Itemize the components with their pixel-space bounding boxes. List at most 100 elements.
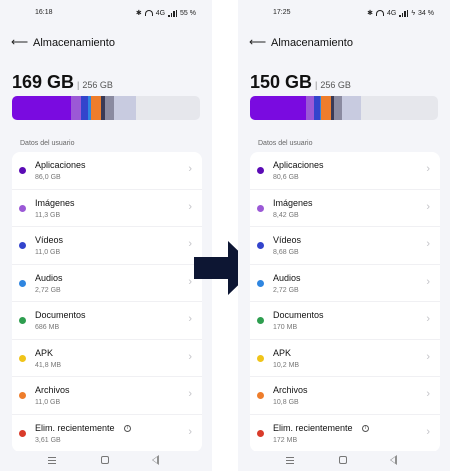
wifi-icon — [375, 10, 384, 16]
system-nav-bar — [0, 451, 212, 471]
category-name: APK — [273, 347, 292, 358]
storage-category-row[interactable]: Documentos 170 MB › — [250, 302, 440, 340]
category-name: Aplicaciones — [35, 160, 86, 170]
category-name: Audios — [273, 272, 301, 283]
system-nav-bar — [238, 451, 450, 471]
signal-icon — [168, 9, 178, 17]
separator: | — [315, 80, 318, 90]
category-name: Vídeos — [273, 235, 302, 245]
home-icon[interactable] — [101, 456, 109, 464]
usage-segment — [71, 96, 81, 120]
total-storage: 256 GB — [82, 80, 113, 90]
storage-category-row[interactable]: APK 41,8 MB › — [12, 340, 202, 377]
category-size: 8,42 GB — [273, 211, 299, 219]
recents-icon[interactable] — [48, 457, 56, 464]
category-name: Archivos — [273, 385, 308, 395]
storage-category-row[interactable]: APK 10,2 MB › — [250, 340, 440, 377]
storage-category-row[interactable]: Audios 2,72 GB › — [12, 265, 202, 302]
storage-category-row[interactable]: Archivos 11,0 GB › — [12, 377, 202, 415]
usage-segment — [90, 96, 102, 120]
category-color-dot — [257, 317, 264, 324]
info-icon[interactable]: i — [362, 424, 369, 432]
usage-segment — [80, 96, 89, 120]
chevron-right-icon: › — [188, 200, 192, 213]
recents-icon[interactable] — [286, 457, 294, 464]
back-arrow-icon[interactable]: ⟵ — [249, 35, 266, 49]
used-storage: 169 GB — [12, 72, 75, 92]
storage-category-row[interactable]: Vídeos 8,68 GB › — [250, 227, 440, 265]
storage-category-row[interactable]: Documentos 686 MB › — [12, 302, 202, 340]
storage-category-row[interactable]: Vídeos 11,0 GB › — [12, 227, 202, 265]
status-time: 17:25 — [273, 9, 291, 16]
storage-category-row[interactable]: Imágenes 11,3 GB › — [12, 190, 202, 227]
category-size: 11,0 GB — [35, 249, 61, 256]
chevron-right-icon: › — [188, 275, 192, 288]
nav-back-icon[interactable] — [152, 455, 159, 465]
storage-category-row[interactable]: Elim. recientemente i 3,61 GB › — [12, 415, 202, 453]
storage-category-row[interactable]: Audios 2,72 GB › — [250, 265, 440, 302]
category-size: 80,6 GB — [273, 174, 299, 181]
separator: | — [77, 80, 80, 90]
category-name: Documentos — [273, 310, 324, 320]
nav-back-icon[interactable] — [390, 455, 397, 465]
usage-segment — [114, 96, 137, 120]
charging-icon: ϟ — [411, 9, 416, 17]
status-bar: 16:18 ✱ 4G 55 % — [0, 8, 212, 20]
bluetooth-icon: ✱ — [135, 10, 142, 17]
storage-category-row[interactable]: Elim. recientemente i 172 MB › — [250, 415, 440, 453]
page-title: Almacenamiento — [33, 37, 115, 49]
category-size: 2,72 GB — [273, 286, 299, 294]
category-name: Imágenes — [273, 197, 313, 208]
chevron-right-icon: › — [188, 388, 192, 400]
section-label: Datos del usuario — [20, 140, 75, 147]
category-name: Elim. recientemente — [273, 422, 353, 433]
category-color-dot — [257, 279, 264, 287]
storage-usage-bar — [250, 96, 438, 120]
storage-category-row[interactable]: Archivos 10,8 GB › — [250, 377, 440, 415]
category-size: 2,72 GB — [35, 286, 61, 294]
chevron-right-icon: › — [426, 275, 430, 288]
network-label: 4G — [155, 9, 166, 17]
category-name: Aplicaciones — [273, 160, 324, 170]
category-color-dot — [257, 242, 264, 249]
category-size: 10,2 MB — [273, 361, 300, 369]
usage-segment — [250, 96, 307, 120]
bluetooth-icon: ✱ — [367, 10, 373, 17]
category-color-dot — [257, 204, 264, 212]
phone-screen-before: 16:18 ✱ 4G 55 % ⟵ Almacenamiento 169 GB |… — [0, 0, 212, 471]
top-app-bar: ⟵ Almacenamiento — [0, 34, 212, 52]
status-icons: ✱ 4G ϟ 34 % — [367, 9, 434, 17]
category-size: 11,0 GB — [35, 399, 61, 406]
category-name: APK — [35, 347, 54, 358]
info-icon[interactable]: i — [124, 424, 131, 432]
category-color-dot — [19, 204, 26, 212]
category-name: Imágenes — [35, 197, 75, 208]
chevron-right-icon: › — [426, 350, 430, 363]
storage-category-row[interactable]: Imágenes 8,42 GB › — [250, 190, 440, 227]
usage-segment — [306, 96, 314, 120]
category-name: Audios — [35, 272, 63, 283]
chevron-right-icon: › — [188, 163, 192, 175]
storage-category-row[interactable]: Aplicaciones 80,6 GB › — [250, 152, 440, 190]
storage-usage-bar — [12, 96, 200, 120]
category-size: 86,0 GB — [35, 174, 61, 181]
back-arrow-icon[interactable]: ⟵ — [11, 35, 28, 49]
status-icons: ✱ 4G 55 % — [136, 9, 196, 17]
category-color-dot — [19, 392, 26, 399]
storage-category-row[interactable]: Aplicaciones 86,0 GB › — [12, 152, 202, 190]
comparison-stage: 16:18 ✱ 4G 55 % ⟵ Almacenamiento 169 GB |… — [0, 0, 450, 471]
category-size: 41,8 MB — [35, 361, 62, 369]
status-time: 16:18 — [35, 9, 53, 16]
usage-segment — [333, 96, 343, 120]
chevron-right-icon: › — [426, 200, 430, 213]
category-name: Elim. recientemente — [35, 422, 115, 433]
section-label: Datos del usuario — [258, 140, 313, 147]
chevron-right-icon: › — [188, 238, 192, 250]
home-icon[interactable] — [339, 456, 347, 464]
usage-segment — [12, 96, 72, 120]
total-storage: 256 GB — [320, 80, 351, 90]
category-color-dot — [257, 167, 264, 174]
chevron-right-icon: › — [188, 425, 192, 438]
storage-category-list: Aplicaciones 86,0 GB › Imágenes 11,3 GB › Víde… — [12, 152, 202, 452]
category-size: 10,8 GB — [273, 399, 299, 406]
